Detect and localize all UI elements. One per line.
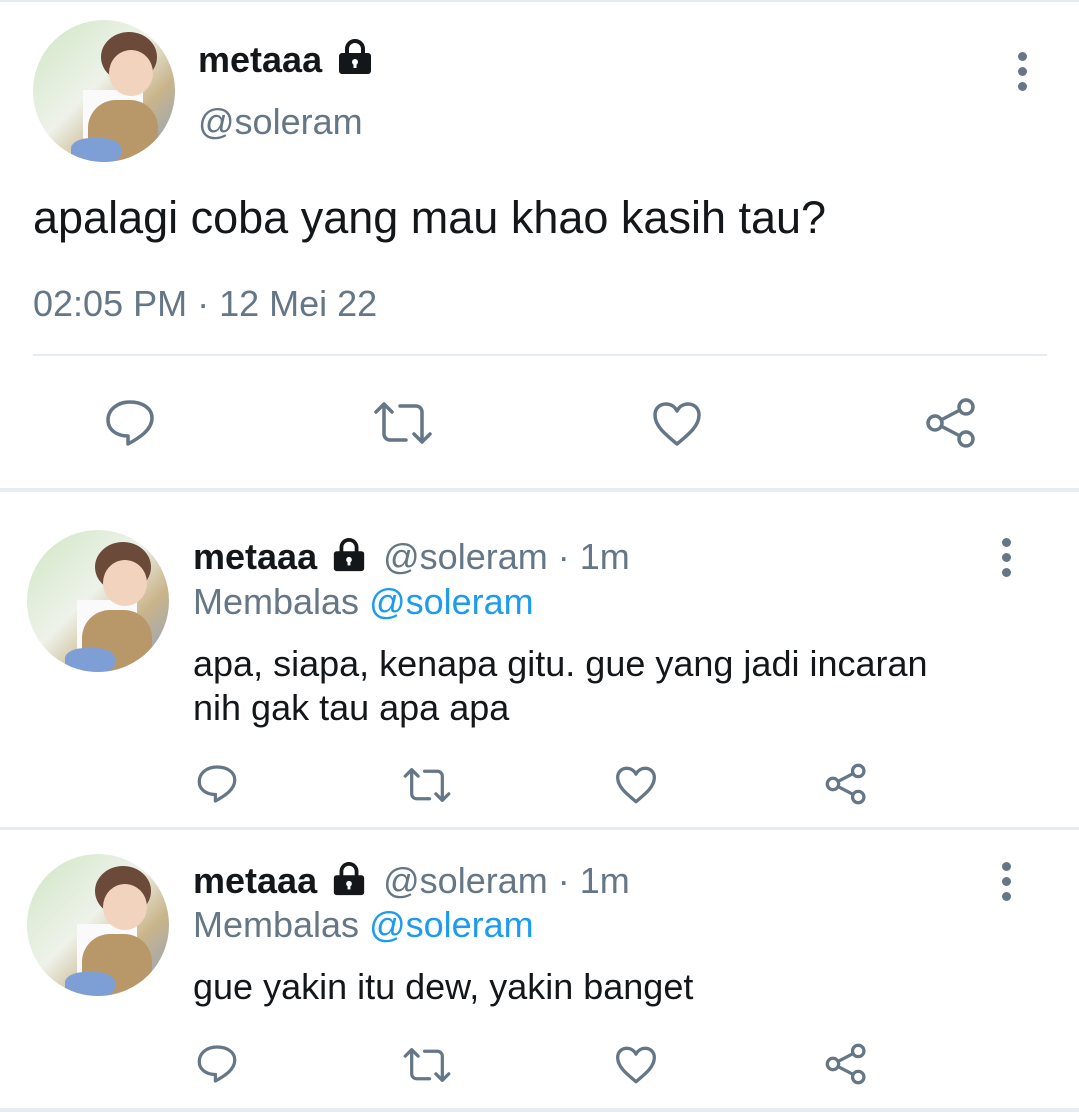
reply-text-line: apa, siapa, kenapa gitu. gue yang jadi i… [193,643,928,684]
lock-icon [339,39,371,74]
reply-text-line: nih gak tau apa apa [193,687,510,728]
reply-text-line: gue yakin itu dew, yakin banget [193,966,694,1007]
share-icon[interactable] [824,1042,868,1086]
like-icon[interactable] [614,765,658,805]
handle[interactable]: @soleram [383,536,548,577]
avatar[interactable] [27,854,169,996]
timestamp[interactable]: 02:05 PM · 12 Mei 22 [33,284,377,324]
reply-time: · 1m [557,536,630,577]
display-name[interactable]: metaaa [193,860,317,901]
top-divider [0,0,1079,2]
display-name[interactable]: metaaa [198,40,322,80]
reply-header: metaaa @soleram · 1m [193,861,630,905]
share-icon[interactable] [924,396,978,450]
reply-icon[interactable] [196,763,238,805]
avatar[interactable] [27,530,169,672]
replying-to-link[interactable]: @soleram [369,904,534,945]
lock-icon [333,538,365,572]
reply-icon[interactable] [104,398,156,448]
replying-to-link[interactable]: @soleram [369,581,534,622]
retweet-icon[interactable] [402,1046,452,1084]
more-options-icon[interactable] [1000,862,1012,907]
share-icon[interactable] [824,762,868,806]
lock-icon [333,862,365,896]
section-divider [0,827,1079,830]
tweet-text: apalagi coba yang mau khao kasih tau? [33,192,827,243]
reply-icon[interactable] [196,1043,238,1085]
inner-divider [33,354,1047,356]
more-options-icon[interactable] [1000,538,1012,583]
retweet-icon[interactable] [402,766,452,804]
avatar[interactable] [33,20,175,162]
replying-to: Membalas @soleram [193,582,534,622]
bottom-divider [0,1108,1079,1112]
like-icon[interactable] [651,400,703,448]
handle[interactable]: @soleram [198,102,363,142]
reply-header: metaaa @soleram · 1m [193,537,630,581]
replying-prefix: Membalas [193,581,360,622]
replying-prefix: Membalas [193,904,360,945]
more-options-icon[interactable] [1016,52,1028,97]
reply-time: · 1m [557,860,630,901]
handle[interactable]: @soleram [383,860,548,901]
display-name[interactable]: metaaa [193,536,317,577]
like-icon[interactable] [614,1045,658,1085]
retweet-icon[interactable] [372,400,434,446]
section-divider [0,488,1079,492]
replying-to: Membalas @soleram [193,905,534,945]
